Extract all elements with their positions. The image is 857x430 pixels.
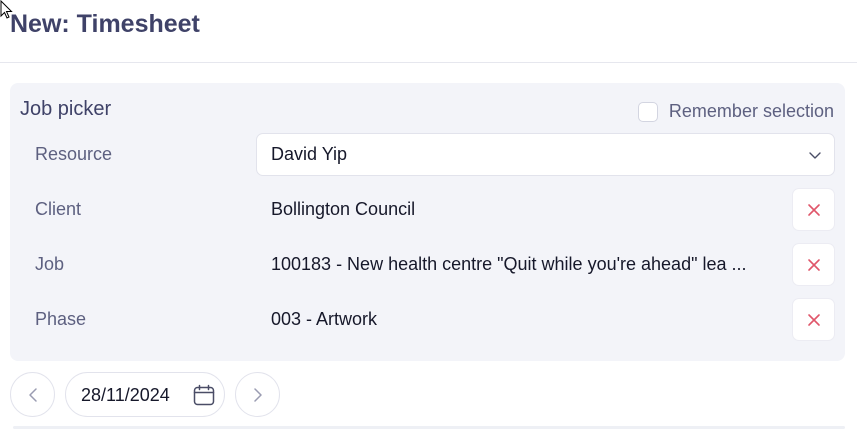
remember-selection-label: Remember selection	[668, 101, 834, 121]
close-icon	[807, 203, 820, 216]
resource-value: David Yip	[271, 144, 348, 164]
job-label: Job	[35, 254, 65, 274]
resource-select[interactable]: David Yip	[256, 133, 835, 176]
client-label: Client	[35, 199, 82, 219]
phase-label: Phase	[35, 309, 87, 329]
job-picker-title: Job picker	[20, 98, 112, 120]
page-title: New: Timesheet	[10, 10, 200, 38]
previous-date-button[interactable]	[10, 372, 55, 417]
client-value: Bollington Council	[271, 199, 416, 219]
chevron-left-icon	[28, 387, 37, 402]
close-icon	[807, 258, 820, 271]
next-date-button[interactable]	[235, 372, 280, 417]
title-divider	[0, 62, 857, 63]
job-value: 100183 - New health centre "Quit while y…	[271, 254, 747, 274]
resource-label: Resource	[35, 144, 113, 164]
clear-client-button[interactable]	[792, 188, 835, 231]
phase-value: 003 - Artwork	[271, 309, 378, 329]
date-value: 28/11/2024	[81, 385, 170, 405]
calendar-icon[interactable]	[192, 383, 216, 407]
chevron-right-icon	[253, 387, 262, 402]
section-divider	[13, 426, 845, 429]
clear-job-button[interactable]	[792, 243, 835, 286]
chevron-down-icon	[809, 152, 821, 159]
clear-phase-button[interactable]	[792, 298, 835, 341]
date-picker[interactable]: 28/11/2024	[65, 372, 225, 417]
remember-selection[interactable]: Remember selection	[637, 101, 834, 122]
remember-selection-checkbox[interactable]	[637, 101, 658, 122]
job-picker-card: Job picker Remember selection Resource D…	[10, 83, 845, 361]
close-icon	[807, 313, 820, 326]
